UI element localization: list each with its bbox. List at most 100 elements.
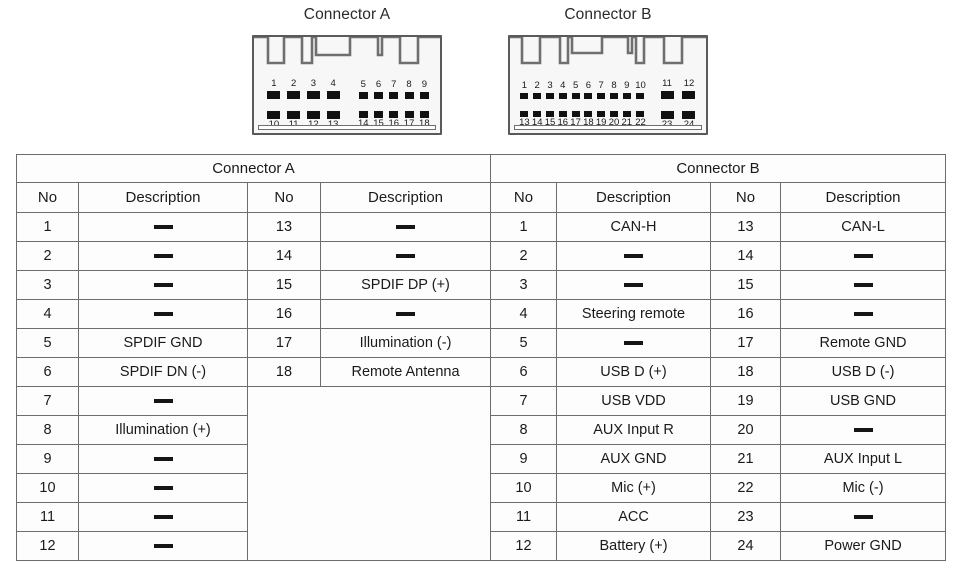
not-connected-dash [153,283,173,288]
cell-a-right-desc: — [320,299,491,329]
cell-b-right-no: 13 [710,212,781,242]
pin-contact-square [520,110,529,117]
pin-number: 2 [291,78,297,89]
cell-b-right-desc: CAN-L [779,212,947,242]
cell-a-left-desc: — [78,241,248,271]
pin-contact-square [520,92,529,99]
pin-contact-square [374,110,384,118]
cell-b-left-desc: — [556,241,711,271]
table-row: 4—16—4Steering remote16— [16,299,947,329]
pin-contact-square [545,110,554,117]
cell-b-left-no: 5 [490,328,557,358]
pin-number: 1 [521,80,528,91]
table-row: 6 SPDIF DN (-) 18 Remote Antenna 6 USB D (+) 1… [16,357,947,387]
pin-contact-square [584,92,593,99]
pin-contact-square [609,110,618,117]
pin-contact-square [287,110,301,119]
cell-a-right-no: 16 [247,299,321,329]
pin-b-9: 9 [620,81,633,100]
pin-a-5: 5 [356,80,371,100]
pin-contact-square [419,91,429,99]
not-connected-dash [396,225,415,230]
not-connected-dash [396,254,415,259]
pin-number: 3 [310,78,317,89]
column-header-a-0: No [16,182,79,213]
pin-number: 1 [271,78,277,89]
pin-contact-square [558,92,567,99]
pin-number: 5 [360,79,366,90]
cell-b-left-desc: USB VDD [556,386,711,416]
cell-b-left-no: 8 [490,415,557,445]
cell-a-right-desc: — [320,212,491,242]
connector-a-caption: Connector A [303,6,391,23]
pin-contact-square [306,110,320,119]
pin-a-8: 8 [401,80,416,100]
cell-b-left-no: 12 [490,531,557,561]
cell-a-left-no: 7 [16,386,79,416]
pin-b-7: 7 [595,81,608,100]
cell-a-right-no: 18 [247,357,321,387]
cell-a-right-no: 17 [247,328,321,358]
cell-a-left-desc: — [78,270,248,300]
cell-a-right-desc: — [320,241,491,271]
column-header-row: No Description No Description No Description N… [16,182,947,213]
pin-number: 12 [683,78,695,89]
pin-contact-square [558,110,567,117]
pin-b-11: 11 [656,79,678,100]
connector-a-diagram: Connector A 1 2 3 4 5 6 7 8 9 14 15 16 1… [252,0,442,135]
cell-a-left-no: 4 [16,299,79,329]
pinout-table: Connector A Connector B No Description No Des… [16,154,947,561]
column-header-a-1: Description [78,182,248,213]
pin-number: 9 [421,79,427,90]
cell-b-right-desc: — [779,270,947,300]
cell-b-left-no: 9 [490,444,557,474]
pin-contact-square [636,92,645,99]
pin-contact-square [358,91,368,99]
cell-a-left-no: 5 [16,328,79,358]
cell-b-right-desc: AUX Input L [779,444,947,474]
pin-contact-square [584,110,593,117]
cell-b-left-desc: Steering remote [556,299,711,329]
pin-contact-square [358,110,368,118]
column-header-b-1: Description [556,182,711,213]
cell-b-left-desc: Battery (+) [556,531,711,561]
pin-number: 4 [330,78,336,89]
pin-contact-square [287,90,301,99]
pin-contact-square [267,110,281,119]
not-connected-dash [853,515,873,520]
pin-contact-square [326,110,340,119]
cell-b-right-no: 24 [710,531,781,561]
cell-a-right-desc: Illumination (-) [320,328,491,358]
cell-a-left-no: 12 [16,531,79,561]
pin-contact-square [267,90,281,99]
pin-a-3: 3 [304,79,324,100]
cell-a-left-desc: SPDIF GND [78,328,248,358]
cell-b-left-desc: AUX GND [556,444,711,474]
cell-b-left-desc: AUX Input R [556,415,711,445]
pin-a-6: 6 [371,80,386,100]
not-connected-dash [624,341,643,346]
pin-contact-square [326,90,340,99]
pin-contact-square [389,91,399,99]
cell-b-right-no: 19 [710,386,781,416]
pin-contact-square [545,92,554,99]
not-connected-dash [153,254,173,259]
pin-number: 6 [375,79,382,90]
not-connected-dash [624,283,643,288]
cell-a-right-no: 13 [247,212,321,242]
cell-a-left-no: 3 [16,270,79,300]
pin-contact-square [571,92,580,99]
pin-contact-square [636,110,645,117]
not-connected-dash [153,225,173,230]
pin-a-2: 2 [284,79,304,100]
pin-b-1: 1 [518,81,531,100]
cell-a-left-no: 11 [16,502,79,532]
not-connected-dash [624,254,643,259]
cell-b-right-desc: Power GND [779,531,947,561]
cell-b-left-desc: USB D (+) [556,357,711,387]
cell-a-left-no: 9 [16,444,79,474]
pin-b-8: 8 [608,81,621,100]
connector-b-base-rail [514,125,702,130]
pin-number: 7 [391,79,397,90]
cell-b-right-no: 23 [710,502,781,532]
